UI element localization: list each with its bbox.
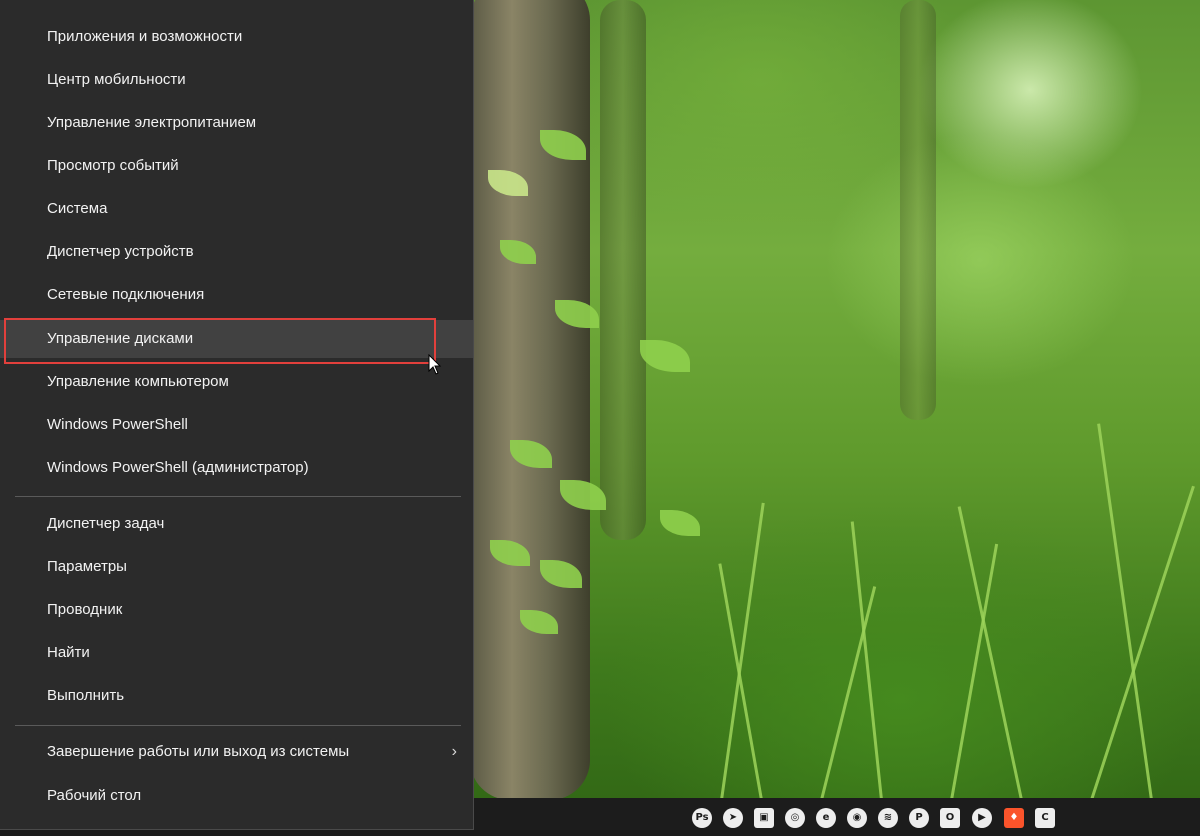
image-viewer-icon[interactable]: ▣ [754, 808, 774, 828]
winx-context-menu: Приложения и возможности Центр мобильнос… [0, 0, 474, 830]
wallpaper-grass [820, 586, 877, 801]
menu-separator [15, 496, 461, 497]
menu-item-search[interactable]: Найти [0, 634, 473, 672]
media-player-icon[interactable]: ▶ [972, 808, 992, 828]
taskbar [474, 798, 1200, 836]
menu-item-settings[interactable]: Параметры [0, 548, 473, 586]
menu-item-mobility-center[interactable]: Центр мобильности [0, 61, 473, 99]
menu-item-device-manager[interactable]: Диспетчер устройств [0, 233, 473, 271]
wallpaper-grass [720, 502, 765, 801]
opera-icon[interactable]: O [940, 808, 960, 828]
telegram-icon[interactable]: ➤ [723, 808, 743, 828]
menu-item-task-manager[interactable]: Диспетчер задач [0, 505, 473, 543]
camera-icon[interactable]: ◉ [847, 808, 867, 828]
menu-item-network-connections[interactable]: Сетевые подключения [0, 276, 473, 314]
menu-item-apps-and-features[interactable]: Приложения и возможности [0, 18, 473, 56]
menu-item-powershell-admin[interactable]: Windows PowerShell (администратор) [0, 449, 473, 487]
menu-item-run[interactable]: Выполнить [0, 677, 473, 715]
p-app-icon[interactable]: P [909, 808, 929, 828]
menu-item-power-options[interactable]: Управление электропитанием [0, 104, 473, 142]
chrome-icon[interactable]: ◎ [785, 808, 805, 828]
menu-item-system[interactable]: Система [0, 190, 473, 228]
menu-item-event-viewer[interactable]: Просмотр событий [0, 147, 473, 185]
wallpaper-tree-trunk [470, 0, 590, 800]
edge-icon[interactable]: e [816, 808, 836, 828]
brave-icon[interactable]: ♦ [1004, 808, 1024, 828]
photoshop-icon[interactable]: Ps [692, 808, 712, 828]
desktop: Приложения и возможности Центр мобильнос… [0, 0, 1200, 836]
mouse-cursor-icon [428, 354, 442, 375]
menu-item-label: Завершение работы или выход из системы [47, 743, 350, 760]
menu-item-explorer[interactable]: Проводник [0, 591, 473, 629]
menu-item-desktop[interactable]: Рабочий стол [0, 777, 473, 815]
menu-item-disk-management[interactable]: Управление дисками [0, 320, 473, 358]
wallpaper-grass [957, 506, 1023, 801]
wallpaper-leaf [660, 510, 700, 536]
c-app-icon[interactable]: C [1035, 808, 1055, 828]
taskbar [0, 830, 474, 836]
layers-icon[interactable]: ≋ [878, 808, 898, 828]
wallpaper-tree-far [600, 0, 646, 540]
wallpaper-tree-far [900, 0, 936, 420]
wallpaper-leaf [640, 340, 690, 372]
menu-item-computer-management[interactable]: Управление компьютером [0, 363, 473, 401]
menu-separator [15, 725, 461, 726]
menu-item-powershell[interactable]: Windows PowerShell [0, 406, 473, 444]
menu-item-shutdown-or-sign-out[interactable]: Завершение работы или выход из системы › [0, 733, 473, 771]
chevron-right-icon: › [451, 743, 457, 760]
wallpaper-grass [1097, 423, 1153, 801]
